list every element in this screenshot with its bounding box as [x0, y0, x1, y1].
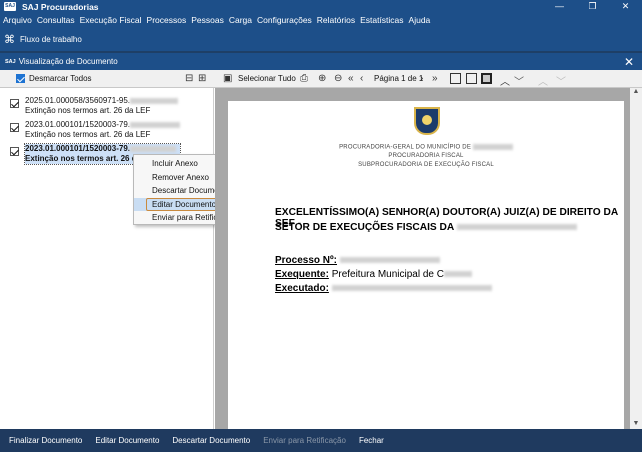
tree-icon[interactable]: ⊞	[198, 73, 206, 84]
action-bar: Finalizar Documento Editar Documento Des…	[0, 429, 642, 452]
preview-scrollbar[interactable]: ▲ ▼	[630, 88, 642, 429]
close-app-button[interactable]: ✕	[609, 0, 642, 13]
workflow-button[interactable]: Fluxo de trabalho	[20, 35, 82, 44]
app-title: SAJ Procuradorias	[22, 1, 99, 12]
prev-page-icon[interactable]: ‹	[360, 73, 363, 84]
search-next-icon: ﹀	[556, 77, 566, 88]
enviar-retificacao-button: Enviar para Retificação	[263, 436, 346, 445]
document-item[interactable]: 2023.01.000101/1520003-79. Extinção nos …	[10, 120, 180, 140]
document-number: 2023.01.000101/1520003-79.	[25, 144, 130, 153]
document-checkbox[interactable]	[10, 99, 19, 108]
focus-highlight	[146, 197, 222, 211]
menu-execucao-fiscal[interactable]: Execução Fiscal	[80, 15, 142, 25]
zoom-in-icon[interactable]: ⊕	[318, 73, 326, 84]
search-prev-icon: ︿	[538, 77, 548, 88]
document-checkbox[interactable]	[10, 123, 19, 132]
scroll-down-icon[interactable]: ﹀	[514, 73, 524, 88]
minimize-button[interactable]: —	[543, 0, 576, 13]
preview-salutation-line2: SETOR DE EXECUÇÕES FISCAIS DA	[275, 222, 577, 233]
preview-header-line3: SUBPROCURADORIA DE EXECUÇÃO FISCAL	[358, 162, 494, 168]
menu-consultas[interactable]: Consultas	[37, 15, 75, 25]
descartar-documento-button[interactable]: Descartar Documento	[172, 436, 250, 445]
print-icon[interactable]: ⎙	[300, 73, 308, 84]
continuous-view-icon[interactable]	[481, 73, 492, 84]
dialog-titlebar: SAJ Visualização de Documento ✕	[0, 53, 642, 70]
saj-logo-icon: SAJ	[4, 2, 16, 11]
scroll-up-arrow-icon[interactable]: ▲	[630, 88, 642, 95]
page-indicator: Página 1 de 1	[374, 74, 424, 83]
dialog-close-icon[interactable]: ✕	[624, 55, 634, 69]
desmarcar-label: Desmarcar Todos	[29, 74, 92, 83]
dialog-title: Visualização de Documento	[18, 57, 118, 66]
last-page-icon[interactable]: »	[432, 73, 438, 84]
selecionar-tudo-button[interactable]: Selecionar Tudo	[238, 74, 296, 83]
preview-page: PROCURADORIA-GERAL DO MUNICÍPIO DE PROCU…	[228, 101, 624, 429]
menu-bar: Arquivo Consultas Execução Fiscal Proces…	[0, 13, 642, 27]
two-page-view-icon[interactable]	[466, 73, 477, 84]
first-page-icon[interactable]: «	[348, 73, 354, 84]
fechar-button[interactable]: Fechar	[359, 436, 384, 445]
menu-arquivo[interactable]: Arquivo	[3, 15, 32, 25]
document-desc: Extinção nos termos art. 26 da LEF	[25, 106, 151, 115]
workflow-icon: ⌘	[4, 33, 15, 46]
menu-processos[interactable]: Processos	[147, 15, 187, 25]
main-toolbar: ⌘ Fluxo de trabalho	[0, 27, 642, 51]
preview-processo: Processo Nº:	[275, 255, 440, 266]
collapse-icon[interactable]: ⊟	[185, 73, 193, 84]
preview-header-line1: PROCURADORIA-GERAL DO MUNICÍPIO DE	[228, 144, 624, 151]
finalizar-documento-button[interactable]: Finalizar Documento	[9, 436, 82, 445]
document-text: 2025.01.000058/3560971-95. Extinção nos …	[25, 96, 178, 116]
menu-carga[interactable]: Carga	[229, 15, 252, 25]
scroll-up-icon[interactable]: ︿	[500, 73, 510, 88]
document-item[interactable]: 2025.01.000058/3560971-95. Extinção nos …	[10, 96, 178, 116]
dialog-saj-icon: SAJ	[5, 58, 16, 65]
preview-header-line2: PROCURADORIA FISCAL	[388, 153, 464, 159]
preview-executado: Executado:	[275, 283, 492, 294]
document-preview: PROCURADORIA-GERAL DO MUNICÍPIO DE PROCU…	[215, 88, 642, 429]
app-titlebar: SAJ SAJ Procuradorias — ❐ ✕	[0, 0, 642, 13]
document-text: 2023.01.000101/1520003-79. Extinção nos …	[25, 120, 180, 140]
menu-pessoas[interactable]: Pessoas	[191, 15, 224, 25]
municipal-crest-icon	[414, 107, 440, 135]
single-page-view-icon[interactable]	[450, 73, 461, 84]
restore-button[interactable]: ❐	[576, 0, 609, 13]
document-desc: Extinção nos termos art. 26 da LEF	[25, 130, 151, 139]
desmarcar-todos[interactable]: Desmarcar Todos	[12, 74, 92, 83]
preview-icon[interactable]: ▣	[223, 73, 232, 84]
next-page-icon[interactable]: ›	[420, 73, 423, 84]
menu-configuracoes[interactable]: Configurações	[257, 15, 312, 25]
document-number: 2025.01.000058/3560971-95.	[25, 96, 130, 105]
window-controls: — ❐ ✕	[543, 0, 642, 13]
menu-ajuda[interactable]: Ajuda	[409, 15, 431, 25]
menu-relatorios[interactable]: Relatórios	[317, 15, 355, 25]
scroll-down-arrow-icon[interactable]: ▼	[630, 420, 642, 427]
document-list: 2025.01.000058/3560971-95. Extinção nos …	[0, 88, 214, 429]
document-checkbox[interactable]	[10, 147, 19, 156]
document-number: 2023.01.000101/1520003-79.	[25, 120, 130, 129]
desmarcar-checkbox[interactable]	[16, 74, 25, 83]
preview-exequente: Exequente: Prefeitura Municipal de C	[275, 269, 472, 280]
menu-estatisticas[interactable]: Estatísticas	[360, 15, 403, 25]
editar-documento-button[interactable]: Editar Documento	[95, 436, 159, 445]
viewer-toolbar: Desmarcar Todos ⊟ ⊞ ▣ Selecionar Tudo ⎙ …	[0, 70, 642, 88]
document-viewer-dialog: SAJ Visualização de Documento ✕ Desmarca…	[0, 53, 642, 452]
zoom-out-icon[interactable]: ⊖	[334, 73, 342, 84]
